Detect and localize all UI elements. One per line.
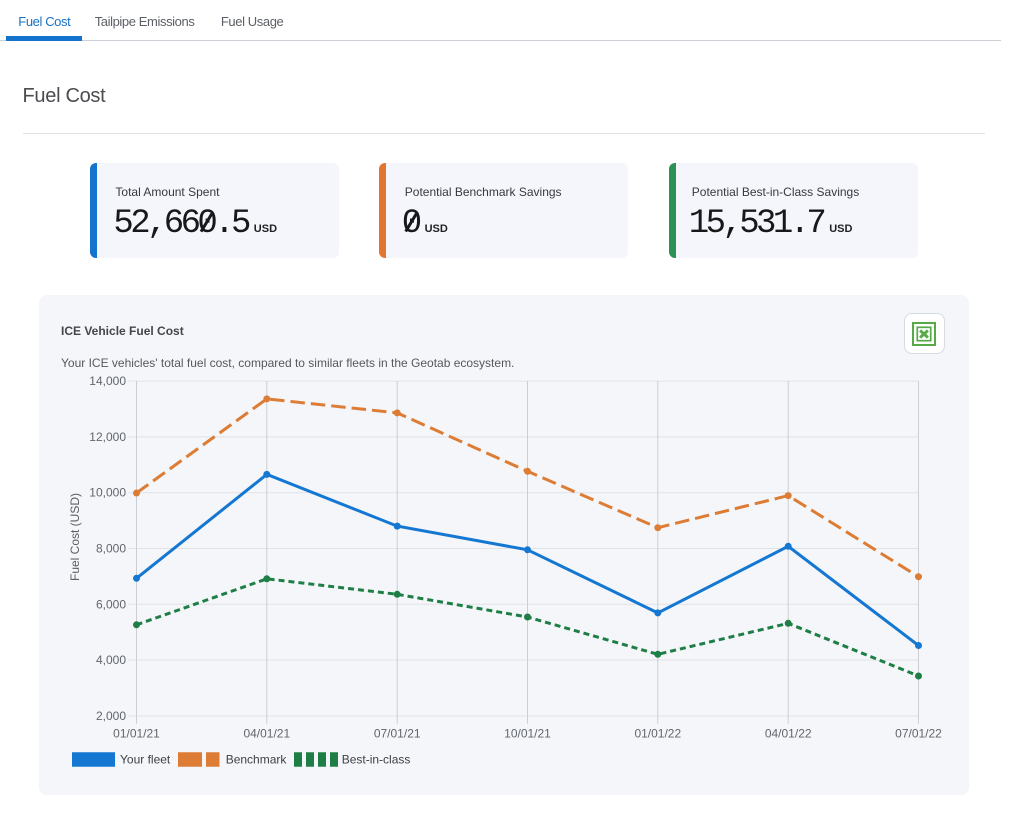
svg-text:12,000: 12,000 bbox=[89, 430, 126, 444]
svg-text:01/01/22: 01/01/22 bbox=[634, 727, 681, 741]
svg-text:10,000: 10,000 bbox=[89, 486, 126, 500]
svg-text:07/01/21: 07/01/21 bbox=[374, 727, 421, 741]
svg-text:01/01/21: 01/01/21 bbox=[113, 727, 160, 741]
svg-text:2,000: 2,000 bbox=[96, 709, 126, 723]
svg-text:14,000: 14,000 bbox=[89, 374, 126, 388]
svg-text:Benchmark: Benchmark bbox=[226, 753, 288, 767]
svg-text:04/01/22: 04/01/22 bbox=[765, 727, 812, 741]
svg-text:07/01/22: 07/01/22 bbox=[895, 727, 942, 741]
svg-text:Your fleet: Your fleet bbox=[120, 753, 171, 767]
svg-text:4,000: 4,000 bbox=[96, 653, 126, 667]
svg-text:10/01/21: 10/01/21 bbox=[504, 727, 551, 741]
svg-text:Fuel Cost (USD): Fuel Cost (USD) bbox=[68, 493, 82, 581]
svg-text:6,000: 6,000 bbox=[96, 597, 126, 611]
svg-text:8,000: 8,000 bbox=[96, 542, 126, 556]
svg-text:Best-in-class: Best-in-class bbox=[342, 753, 411, 767]
svg-text:04/01/21: 04/01/21 bbox=[243, 727, 290, 741]
